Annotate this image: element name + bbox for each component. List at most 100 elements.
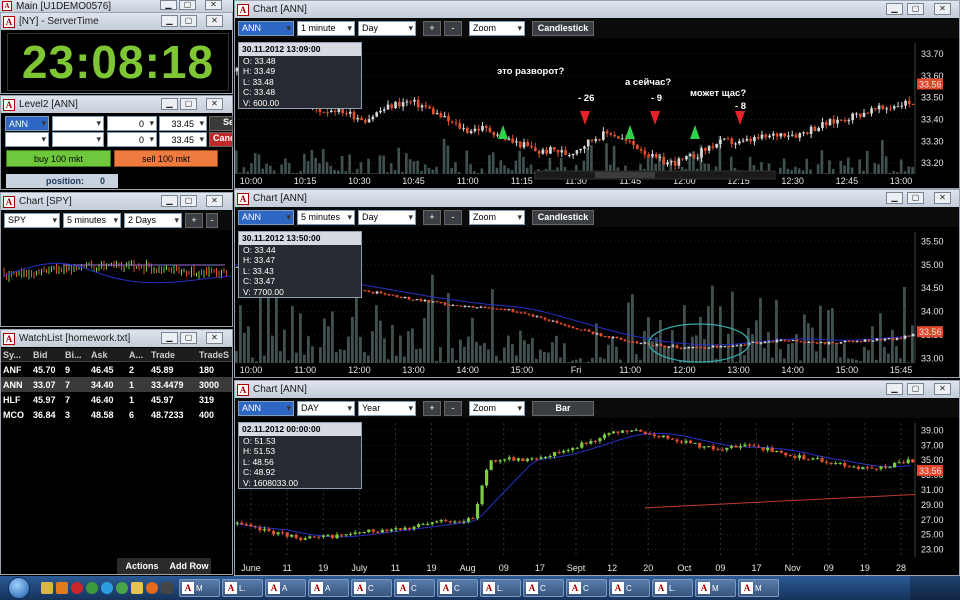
maximize-icon[interactable]: ▢ xyxy=(180,15,197,27)
chart3-style-button[interactable]: Bar xyxy=(532,400,594,416)
maximize-icon[interactable]: ▢ xyxy=(907,383,924,395)
taskbar-window-button[interactable]: A L. xyxy=(652,579,693,597)
taskbar-window-button[interactable]: AC xyxy=(437,579,478,597)
terminal-icon[interactable] xyxy=(161,582,173,594)
chart2-titlebar[interactable]: A Chart [ANN] ▁ ▢ ✕ xyxy=(235,190,959,207)
minimize-icon[interactable]: ▁ xyxy=(161,98,178,110)
opera-icon[interactable] xyxy=(71,582,83,594)
chart2-range-select[interactable]: Day xyxy=(358,209,416,225)
chart2-style-button[interactable]: Candlestick xyxy=(532,209,594,225)
spy-zoom-in-button[interactable]: + xyxy=(185,212,203,228)
chart2-zoom-in-button[interactable]: + xyxy=(423,209,441,225)
level2-type-select[interactable] xyxy=(52,132,104,147)
maximize-icon[interactable]: ▢ xyxy=(179,0,196,10)
server-time-titlebar[interactable]: A [NY] - ServerTime ▁ ▢ ✕ xyxy=(1,13,232,30)
minimize-icon[interactable]: ▁ xyxy=(161,15,178,27)
torrent-icon[interactable] xyxy=(116,582,128,594)
level2-price-input-2[interactable]: 33.45 xyxy=(159,132,207,147)
maximize-icon[interactable]: ▢ xyxy=(180,98,197,110)
chart1-range-select[interactable]: Day xyxy=(358,20,416,36)
level2-titlebar[interactable]: A Level2 [ANN] ▁ ▢ ✕ xyxy=(1,96,232,113)
chart3-zoom-in-button[interactable]: + xyxy=(423,400,441,416)
minimize-icon[interactable]: ▁ xyxy=(161,195,178,207)
level2-symbol-select[interactable]: ANN xyxy=(5,116,49,131)
sell-market-button[interactable]: sell 100 mkt xyxy=(114,150,218,167)
level2-qty-input-2[interactable]: 0 xyxy=(107,132,157,147)
maximize-icon[interactable]: ▢ xyxy=(180,332,197,344)
media-icon[interactable] xyxy=(56,582,68,594)
taskbar-window-button[interactable]: A L. xyxy=(480,579,521,597)
folder-icon[interactable] xyxy=(131,582,143,594)
taskbar-window-button[interactable]: AC xyxy=(609,579,650,597)
chrome-icon[interactable] xyxy=(86,582,98,594)
close-icon[interactable]: ✕ xyxy=(206,332,223,344)
spy-range-select[interactable]: 2 Days xyxy=(124,212,182,228)
explorer-icon[interactable] xyxy=(41,582,53,594)
watchlist-row[interactable]: HLF 45.97 7 46.40 1 45.97 319 xyxy=(1,392,232,407)
close-icon[interactable]: ✕ xyxy=(934,383,951,395)
level2-qty-input-1[interactable]: 0 xyxy=(107,116,157,131)
taskbar-window-button[interactable]: AC xyxy=(394,579,435,597)
buy-market-button[interactable]: buy 100 mkt xyxy=(6,150,111,167)
watchlist-titlebar[interactable]: A WatchList [homework.txt] ▁ ▢ ✕ xyxy=(1,330,232,347)
chart1-style-button[interactable]: Candlestick xyxy=(532,20,594,36)
chart3-interval-select[interactable]: DAY xyxy=(297,400,355,416)
watchlist-row[interactable]: MCO 36.84 3 48.58 6 48.7233 400 xyxy=(1,407,232,422)
close-icon[interactable]: ✕ xyxy=(205,0,222,10)
close-icon[interactable]: ✕ xyxy=(934,192,951,204)
spy-zoom-out-button[interactable]: - xyxy=(206,212,218,228)
watchlist-row[interactable]: ANN 33.07 7 34.40 1 33.4479 3000 xyxy=(1,377,232,392)
chart1-zoom-out-button[interactable]: - xyxy=(444,20,462,36)
chart2-zoom-select[interactable]: Zoom xyxy=(469,209,525,225)
spy-symbol-select[interactable]: SPY xyxy=(4,212,60,228)
taskbar-window-button[interactable]: AM xyxy=(738,579,779,597)
taskbar-window-button[interactable]: AA xyxy=(265,579,306,597)
level2-price-input-1[interactable]: 33.45 xyxy=(159,116,207,131)
spy-chart-titlebar[interactable]: A Chart [SPY] ▁ ▢ ✕ xyxy=(1,193,232,210)
minimize-icon[interactable]: ▁ xyxy=(160,0,177,10)
close-icon[interactable]: ✕ xyxy=(934,3,951,15)
watchlist-actions-button[interactable]: Actions xyxy=(117,558,167,574)
chart3-zoom-out-button[interactable]: - xyxy=(444,400,462,416)
minimize-icon[interactable]: ▁ xyxy=(886,192,903,204)
firefox-icon[interactable] xyxy=(146,582,158,594)
column-header[interactable]: Sy... xyxy=(1,350,29,360)
level2-send-button[interactable]: Se xyxy=(209,116,233,131)
chart2-interval-select[interactable]: 5 minutes xyxy=(297,209,355,225)
spy-mini-chart[interactable] xyxy=(3,231,231,325)
taskbar-window-button[interactable]: AA xyxy=(308,579,349,597)
watchlist-row[interactable]: ANF 45.70 9 46.45 2 45.89 180 xyxy=(1,362,232,377)
level2-route-select[interactable] xyxy=(52,116,104,131)
level2-side-select[interactable] xyxy=(5,132,49,147)
maximize-icon[interactable]: ▢ xyxy=(907,3,924,15)
chart2-zoom-out-button[interactable]: - xyxy=(444,209,462,225)
start-button[interactable] xyxy=(0,576,38,600)
maximize-icon[interactable]: ▢ xyxy=(907,192,924,204)
taskbar-window-button[interactable]: AM xyxy=(179,579,220,597)
chart3-range-select[interactable]: Year xyxy=(358,400,416,416)
column-header[interactable]: Trade xyxy=(147,350,195,360)
spy-interval-select[interactable]: 5 minutes xyxy=(63,212,121,228)
maximize-icon[interactable]: ▢ xyxy=(180,195,197,207)
minimize-icon[interactable]: ▁ xyxy=(886,3,903,15)
column-header[interactable]: Ask xyxy=(87,350,125,360)
level2-cancel-button[interactable]: Canc xyxy=(209,132,233,147)
minimize-icon[interactable]: ▁ xyxy=(161,332,178,344)
chart1-symbol-select[interactable]: ANN xyxy=(238,20,294,36)
close-icon[interactable]: ✕ xyxy=(206,195,223,207)
taskbar-window-button[interactable]: A L. xyxy=(222,579,263,597)
taskbar-window-button[interactable]: AC xyxy=(566,579,607,597)
chart1-titlebar[interactable]: A Chart [ANN] ▁ ▢ ✕ xyxy=(235,1,959,18)
close-icon[interactable]: ✕ xyxy=(206,15,223,27)
chart3-zoom-select[interactable]: Zoom xyxy=(469,400,525,416)
column-header[interactable]: Bi... xyxy=(61,350,87,360)
chart1-zoom-select[interactable]: Zoom xyxy=(469,20,525,36)
column-header[interactable]: A... xyxy=(125,350,147,360)
chart1-zoom-in-button[interactable]: + xyxy=(423,20,441,36)
watchlist-add-row-button[interactable]: Add Row xyxy=(167,558,211,574)
chart3-symbol-select[interactable]: ANN xyxy=(238,400,294,416)
close-icon[interactable]: ✕ xyxy=(206,98,223,110)
skype-icon[interactable] xyxy=(101,582,113,594)
taskbar-window-button[interactable]: AM xyxy=(695,579,736,597)
chart3-titlebar[interactable]: A Chart [ANN] ▁ ▢ ✕ xyxy=(235,381,959,398)
